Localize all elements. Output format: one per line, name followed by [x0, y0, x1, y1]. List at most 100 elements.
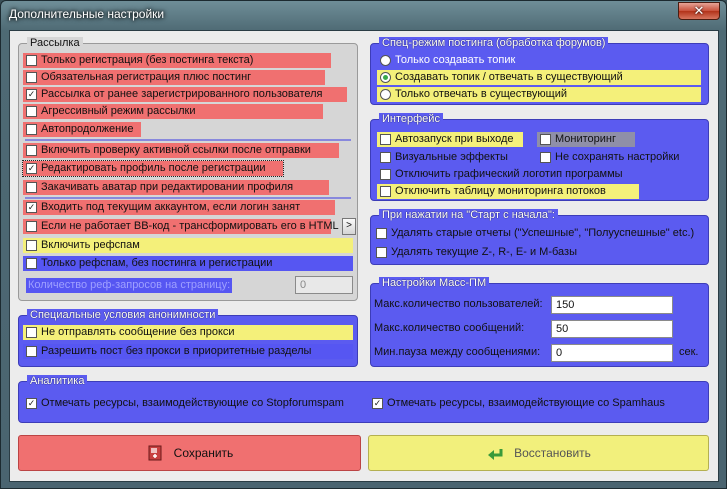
checkbox-box[interactable]: ✓ [372, 398, 383, 409]
max-users-input[interactable]: 150 [551, 296, 673, 314]
checkbox-box[interactable] [380, 152, 391, 163]
checkbox-label: Удалять старые отчеты ("Успешные", "Полу… [391, 227, 695, 239]
max-messages-input[interactable]: 50 [551, 320, 673, 338]
checkbox-edit-profile[interactable]: ✓ Редактировать профиль после регистраци… [22, 160, 284, 177]
checkbox-label: Мониторинг [555, 133, 617, 145]
checkbox-box[interactable] [26, 240, 37, 251]
checkbox-autostart-on-exit[interactable]: Автозапуск при выходе [377, 132, 523, 147]
checkbox-label: Не сохранять настройки [555, 151, 680, 163]
checkbox-box[interactable]: ✓ [26, 163, 37, 174]
checkbox-label: Агрессивный режим рассылки [41, 105, 196, 117]
checkbox-box[interactable] [26, 182, 37, 193]
checkbox-box[interactable]: ✓ [26, 202, 37, 213]
radio-label: Только отвечать в существующий [395, 88, 567, 100]
group-mailing: Рассылка Только регистрация (без постинг… [18, 37, 358, 301]
checkbox-disable-monitoring-table[interactable]: Отключить таблицу мониторинга потоков [377, 184, 639, 199]
checkbox-no-save-settings[interactable]: Не сохранять настройки [537, 150, 707, 165]
radio-reply-only[interactable]: Только отвечать в существующий [377, 87, 701, 102]
ref-requests-label: Количество реф-запросов на страницу: [26, 278, 233, 293]
checkbox-monitoring[interactable]: Мониторинг [537, 132, 635, 147]
checkbox-check-active-link[interactable]: Включить проверку активной ссылки после … [23, 143, 339, 158]
radio-create-or-reply[interactable]: Создавать топик / отвечать в существующи… [377, 70, 701, 85]
ref-requests-input[interactable]: 0 [295, 276, 353, 294]
checkbox-mandatory-registration[interactable]: Обязательная регистрация плюс постинг [23, 70, 325, 85]
radio-label: Создавать топик / отвечать в существующи… [395, 71, 623, 83]
radio-label: Только создавать топик [395, 54, 516, 66]
min-pause-input[interactable]: 0 [551, 344, 673, 362]
checkbox-box[interactable] [26, 258, 37, 269]
radio-circle[interactable] [380, 72, 391, 83]
checkbox-label: Удалять текущие Z-, R-, E- и M-базы [391, 246, 577, 258]
checkbox-no-send-without-proxy[interactable]: Не отправлять сообщение без прокси [23, 325, 353, 340]
checkbox-box[interactable] [540, 134, 551, 145]
checkbox-disable-logo[interactable]: Отключить графический логотип программы [377, 167, 677, 182]
checkbox-box[interactable] [380, 134, 391, 145]
min-pause-label: Мин.пауза между сообщениями: [374, 346, 541, 358]
max-messages-label: Макс.количество сообщений: [374, 322, 525, 334]
checkbox-label: Автопродолжение [41, 123, 134, 135]
restore-button[interactable]: Восстановить [368, 435, 709, 471]
separator [25, 139, 351, 141]
checkbox-box[interactable] [26, 221, 37, 232]
group-analytics-legend: Аналитика [27, 375, 88, 388]
close-button[interactable]: ✕ [678, 2, 720, 20]
checkbox-registration-only[interactable]: Только регистрация (без постинга текста) [23, 53, 331, 68]
checkbox-box[interactable] [540, 152, 551, 163]
save-icon [148, 445, 162, 461]
checkbox-label: Автозапуск при выходе [395, 133, 514, 145]
checkbox-enable-refspam[interactable]: Включить рефспам [23, 238, 353, 253]
checkbox-allow-post-priority[interactable]: Разрешить пост без прокси в приоритетные… [23, 344, 353, 359]
checkbox-label: Если не работает ВВ-код - трансформирова… [41, 220, 339, 232]
radio-circle[interactable] [380, 89, 391, 100]
checkbox-upload-avatar[interactable]: Закачивать аватар при редактировании про… [23, 180, 329, 195]
checkbox-box[interactable] [376, 247, 387, 258]
checkbox-box[interactable] [26, 72, 37, 83]
checkbox-delete-old-reports[interactable]: Удалять старые отчеты ("Успешные", "Полу… [373, 226, 707, 241]
checkbox-aggressive-mode[interactable]: Агрессивный режим рассылки [23, 104, 323, 119]
checkbox-box[interactable] [26, 106, 37, 117]
group-posting-mode-legend: Спец-режим постинга (обработка форумов) [379, 37, 609, 50]
settings-window: Дополнительные настройки ✕ Рассылка Толь… [0, 0, 727, 489]
checkbox-box[interactable] [380, 186, 391, 197]
checkbox-box[interactable] [26, 124, 37, 135]
checkbox-label: Разрешить пост без прокси в приоритетные… [41, 345, 312, 357]
checkbox-bbcode-to-html[interactable]: Если не работает ВВ-код - трансформирова… [23, 219, 339, 234]
checkbox-autocontinue[interactable]: Автопродолжение [23, 122, 141, 137]
checkbox-mark-stopforumspam[interactable]: ✓ Отмечать ресурсы, взаимодействующие со… [23, 396, 353, 411]
restore-arrow-icon [488, 449, 503, 460]
title-bar: Дополнительные настройки ✕ [1, 1, 726, 29]
bbcode-more-button[interactable]: > [342, 218, 356, 235]
checkbox-label: Не отправлять сообщение без прокси [41, 326, 235, 338]
group-masspm: Настройки Масс-ПМ Макс.количество пользо… [370, 277, 709, 367]
group-posting-mode: Спец-режим постинга (обработка форумов) … [370, 37, 709, 105]
group-anonymity: Специальные условия анонимности Не отпра… [18, 309, 358, 367]
group-interface: Интерфейс Автозапуск при выходе Монитори… [370, 113, 709, 201]
checkbox-box[interactable] [376, 228, 387, 239]
checkbox-label: Включить рефспам [41, 239, 140, 251]
checkbox-box[interactable] [26, 55, 37, 66]
checkbox-visual-effects[interactable]: Визуальные эффекты [377, 150, 527, 165]
checkbox-box[interactable] [26, 145, 37, 156]
checkbox-refspam-only[interactable]: Только рефспам, без постинга и регистрац… [23, 256, 353, 271]
checkbox-label: Отключить графический логотип программы [395, 168, 623, 180]
checkbox-box[interactable] [26, 327, 37, 338]
checkbox-delete-current-bases[interactable]: Удалять текущие Z-, R-, E- и M-базы [373, 245, 673, 260]
checkbox-box[interactable]: ✓ [26, 89, 37, 100]
checkbox-label: Визуальные эффекты [395, 151, 508, 163]
checkbox-box[interactable] [26, 346, 37, 357]
save-button[interactable]: Сохранить [18, 435, 361, 471]
checkbox-box[interactable] [380, 169, 391, 180]
checkbox-login-current-account[interactable]: ✓ Входить под текущим аккаунтом, если ло… [23, 200, 335, 215]
dialog-content: Рассылка Только регистрация (без постинг… [9, 30, 719, 482]
checkbox-label: Закачивать аватар при редактировании про… [41, 181, 294, 193]
group-mailing-legend: Рассылка [27, 37, 83, 50]
checkbox-registered-user-mailing[interactable]: ✓ Рассылка от ранее зарегистрированного … [23, 87, 347, 102]
radio-circle[interactable] [380, 55, 391, 66]
radio-create-topic-only[interactable]: Только создавать топик [377, 53, 677, 68]
checkbox-label: Только регистрация (без постинга текста) [41, 54, 254, 66]
checkbox-label: Отключить таблицу мониторинга потоков [395, 185, 606, 197]
checkbox-mark-spamhaus[interactable]: ✓ Отмечать ресурсы, взаимодействующие со… [369, 396, 689, 411]
checkbox-box[interactable]: ✓ [26, 398, 37, 409]
checkbox-label: Отмечать ресурсы, взаимодействующие со S… [41, 397, 344, 409]
checkbox-label: Только рефспам, без постинга и регистрац… [41, 257, 273, 269]
